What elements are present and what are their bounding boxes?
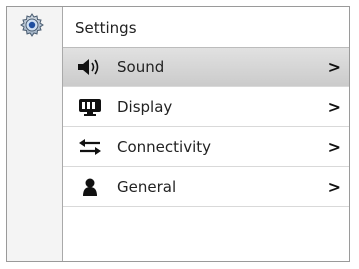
sidebar: [7, 7, 63, 261]
menu-item-label: Connectivity: [117, 137, 211, 156]
page-title: Settings: [75, 19, 137, 37]
menu-item-sound[interactable]: Sound >: [63, 47, 349, 87]
arrows-icon: [75, 138, 105, 156]
menu-item-general[interactable]: General >: [63, 167, 349, 207]
chevron-right-icon: >: [327, 97, 341, 116]
menu-item-label: General: [117, 177, 177, 196]
person-icon: [75, 177, 105, 197]
chevron-right-icon: >: [327, 57, 341, 77]
gear-icon: [18, 12, 46, 44]
settings-menu: Sound > Display > Connectivity > General…: [63, 47, 349, 207]
monitor-icon: [75, 98, 105, 116]
menu-item-label: Sound: [117, 58, 165, 76]
chevron-right-icon: >: [327, 137, 341, 156]
menu-item-connectivity[interactable]: Connectivity >: [63, 127, 349, 167]
settings-category-button[interactable]: [13, 11, 51, 45]
menu-item-display[interactable]: Display >: [63, 87, 349, 127]
menu-item-label: Display: [117, 97, 173, 116]
speaker-icon: [75, 58, 105, 76]
settings-window: Settings Sound > Display > Connectivity …: [6, 6, 350, 262]
main-panel: Settings Sound > Display > Connectivity …: [63, 7, 349, 261]
chevron-right-icon: >: [327, 177, 341, 196]
